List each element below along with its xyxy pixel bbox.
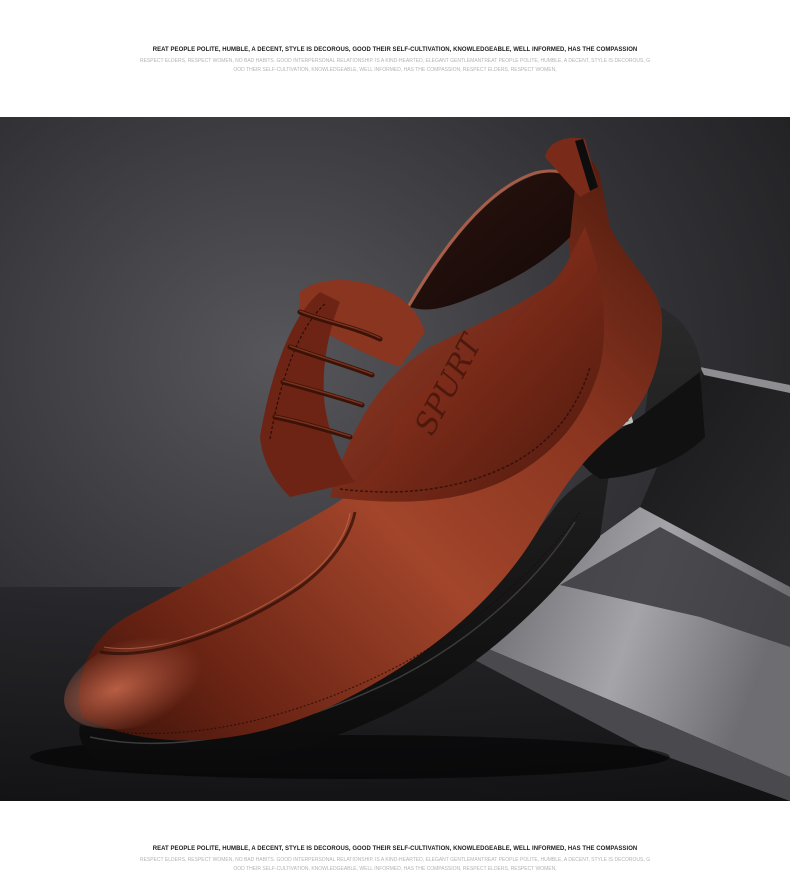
bottom-slogan-title: REAT PEOPLE POLITE, HUMBLE, A DECENT, ST… (152, 846, 638, 852)
top-slogan-line-1: RESPECT ELDERS, RESPECT WOMEN, NO BAD HA… (139, 58, 651, 64)
shoe-illustration: SPURT (0, 117, 790, 801)
bottom-slogan-line-1: RESPECT ELDERS, RESPECT WOMEN, NO BAD HA… (139, 857, 651, 863)
top-slogan-title: REAT PEOPLE POLITE, HUMBLE, A DECENT, ST… (152, 47, 638, 53)
product-photo: SPURT (0, 117, 790, 801)
bottom-slogan-line-2: OOD THEIR SELF-CULTIVATION, KNOWLEDGEABL… (233, 866, 557, 872)
top-slogan: REAT PEOPLE POLITE, HUMBLE, A DECENT, ST… (0, 46, 790, 75)
top-slogan-line-2: OOD THEIR SELF-CULTIVATION, KNOWLEDGEABL… (233, 67, 557, 73)
bottom-slogan: REAT PEOPLE POLITE, HUMBLE, A DECENT, ST… (0, 845, 790, 874)
product-detail-page: REAT PEOPLE POLITE, HUMBLE, A DECENT, ST… (0, 0, 790, 894)
